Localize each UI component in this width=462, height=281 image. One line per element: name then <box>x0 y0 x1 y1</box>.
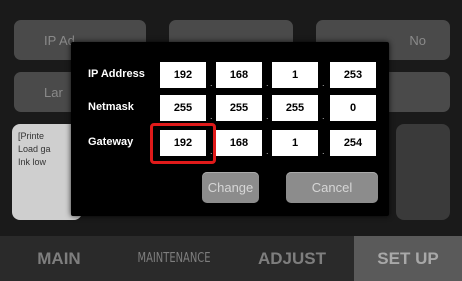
octet-separator: . <box>210 78 213 88</box>
nav-tab-label: MAIN <box>37 248 81 268</box>
octet-separator: . <box>210 111 213 121</box>
gateway-row: Gateway 192 . 168 . 1 . 254 <box>71 128 389 158</box>
ip-address-label: IP Address <box>88 68 145 80</box>
printer-status-line: Load ga <box>18 144 51 154</box>
netmask-octet-2[interactable]: 255 <box>216 95 262 121</box>
nav-tab-label: MAINTENANCE <box>137 251 211 266</box>
netmask-octet-3[interactable]: 255 <box>272 95 318 121</box>
ip-address-octet-3[interactable]: 1 <box>272 62 318 88</box>
netmask-octet-1[interactable]: 255 <box>160 95 206 121</box>
gateway-octet-4[interactable]: 254 <box>330 130 376 156</box>
octet-separator: . <box>266 111 269 121</box>
netmask-octet-4[interactable]: 0 <box>330 95 376 121</box>
printer-status-line: Ink low <box>18 157 47 167</box>
octet-separator: . <box>322 78 325 88</box>
nav-tab-setup[interactable]: SET UP <box>354 236 462 281</box>
ip-address-octet-4[interactable]: 253 <box>330 62 376 88</box>
gateway-octet-2[interactable]: 168 <box>216 130 262 156</box>
ip-address-row: IP Address 192 . 168 . 1 . 253 <box>71 60 389 90</box>
change-button-label: Change <box>207 180 254 195</box>
bg-serial-no-label: No <box>409 32 426 48</box>
bottom-nav: MAIN MAINTENANCE ADJUST SET UP <box>0 236 462 281</box>
cancel-button[interactable]: Cancel <box>286 172 378 203</box>
ip-address-octet-1[interactable]: 192 <box>160 62 206 88</box>
octet-separator: . <box>322 146 325 156</box>
network-settings-dialog: IP Address 192 . 168 . 1 . 253 Netmask 2… <box>71 42 389 216</box>
nav-tab-label: SET UP <box>377 248 439 268</box>
nav-tab-label: ADJUST <box>257 248 326 268</box>
octet-separator: . <box>266 146 269 156</box>
octet-separator: . <box>322 111 325 121</box>
change-button[interactable]: Change <box>202 172 259 203</box>
gateway-octet-3[interactable]: 1 <box>272 130 318 156</box>
netmask-label: Netmask <box>88 101 134 113</box>
ip-address-octet-2[interactable]: 168 <box>216 62 262 88</box>
cancel-button-label: Cancel <box>311 180 353 195</box>
selected-field-highlight <box>150 123 216 164</box>
nav-tab-adjust[interactable]: ADJUST <box>230 236 354 281</box>
nav-tab-maintenance[interactable]: MAINTENANCE <box>126 236 221 281</box>
octet-separator: . <box>266 78 269 88</box>
bg-right-panel <box>396 124 450 220</box>
printer-status-line: [Printe <box>18 131 45 141</box>
bg-language-label: Lar <box>44 84 63 100</box>
nav-tab-main[interactable]: MAIN <box>0 236 118 281</box>
screen: IP Ad No Lar [Printe Load ga Ink low MAI… <box>0 0 462 281</box>
netmask-row: Netmask 255 . 255 . 255 . 0 <box>71 93 389 123</box>
gateway-label: Gateway <box>88 136 134 148</box>
